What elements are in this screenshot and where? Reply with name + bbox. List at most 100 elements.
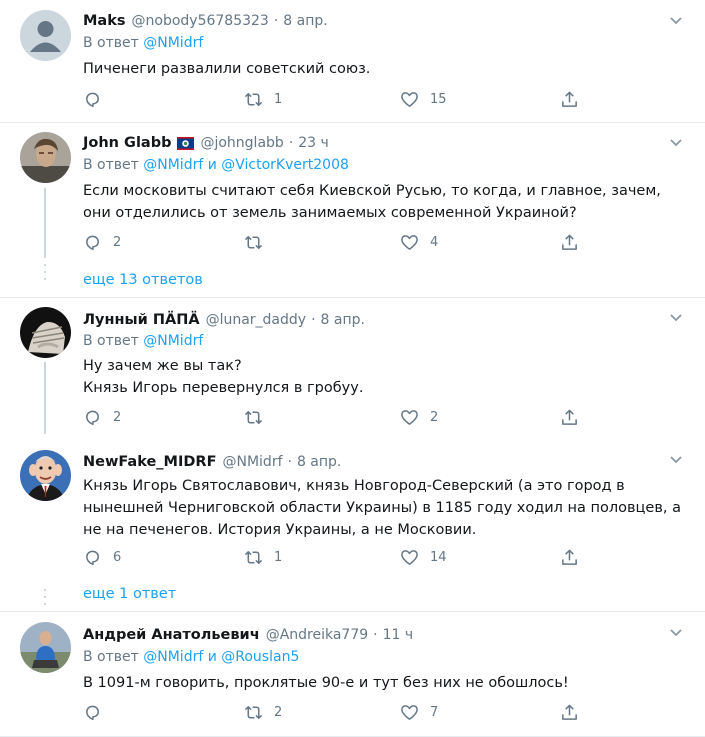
retweet-icon (244, 93, 263, 106)
mention-link[interactable]: @Rouslan5 (221, 649, 299, 665)
mention-link[interactable]: @NMidrf (143, 157, 203, 173)
reply-icon (86, 410, 99, 426)
reply-joiner: и (203, 649, 222, 665)
chevron-down-icon[interactable] (669, 628, 683, 638)
reply-icon (86, 550, 99, 566)
thread-dots (44, 264, 46, 285)
share-icon (562, 409, 577, 425)
replying-to: В ответ @NMidrf (83, 35, 203, 51)
tweet-header: Андрей Анатольевич @Andreika779 · 11 ч (83, 625, 413, 645)
chevron-down-icon[interactable] (669, 455, 683, 465)
tweet-actions: 1 15 (83, 90, 583, 110)
avatar[interactable] (20, 10, 71, 61)
retweet-button[interactable] (244, 408, 274, 427)
timestamp[interactable]: 11 ч (383, 627, 414, 643)
avatar[interactable] (20, 307, 71, 358)
tweet-text: Если московиты считают себя Киевской Рус… (83, 183, 661, 221)
share-icon (562, 704, 577, 720)
user-handle[interactable]: @Andreika779 (266, 627, 368, 643)
mention-link[interactable]: @NMidrf (143, 35, 203, 51)
share-button[interactable] (560, 90, 579, 109)
separator-dot: · (287, 454, 292, 470)
retweet-button[interactable]: 1 (244, 548, 282, 567)
show-more-replies-link[interactable]: еще 1 ответ (83, 586, 176, 602)
like-button[interactable]: 15 (400, 90, 447, 109)
avatar[interactable] (20, 622, 71, 673)
avatar[interactable] (20, 450, 71, 501)
reply-icon (86, 235, 99, 251)
like-button[interactable]: 14 (400, 548, 447, 567)
tweet[interactable]: John Glabb @johnglabb · 23 ч В ответ @NM… (0, 123, 705, 297)
reply-button[interactable]: 2 (83, 233, 121, 252)
display-name[interactable]: Андрей Анатольевич (83, 627, 260, 643)
tweet[interactable]: Лунный ПÄПÄ @lunar_daddy · 8 апр. В отве… (0, 298, 705, 434)
share-button[interactable] (560, 408, 579, 427)
user-handle[interactable]: @nobody56785323 (132, 13, 269, 29)
retweet-count: 2 (274, 705, 283, 720)
show-more-replies-link[interactable]: еще 13 ответов (83, 272, 203, 288)
tweet-actions: 2 7 (83, 703, 583, 723)
timestamp[interactable]: 23 ч (298, 135, 329, 151)
share-button[interactable] (560, 233, 579, 252)
heart-icon (401, 92, 418, 107)
user-handle[interactable]: @NMidrf (222, 454, 282, 470)
retweet-icon (244, 411, 263, 424)
mention-link[interactable]: @NMidrf (143, 649, 203, 665)
retweet-button[interactable] (244, 233, 274, 252)
retweet-icon (244, 706, 263, 719)
tweet[interactable]: Андрей Анатольевич @Andreika779 · 11 ч В… (0, 612, 705, 737)
reply-icon (86, 705, 99, 721)
display-name[interactable]: Maks (83, 13, 126, 29)
timestamp[interactable]: 8 апр. (321, 312, 365, 328)
separator-dot: · (288, 135, 294, 151)
like-button[interactable]: 2 (400, 408, 438, 427)
retweet-button[interactable]: 2 (244, 703, 282, 722)
replying-to: В ответ @NMidrf (83, 333, 203, 349)
chevron-down-icon[interactable] (669, 138, 683, 148)
timestamp[interactable]: 8 апр. (297, 454, 341, 470)
tweet-header: Лунный ПÄПÄ @lunar_daddy · 8 апр. (83, 310, 365, 330)
reply-button[interactable]: 6 (83, 548, 121, 567)
user-handle[interactable]: @johnglabb (200, 135, 283, 151)
display-name[interactable]: John Glabb (83, 135, 171, 151)
like-button[interactable]: 4 (400, 233, 438, 252)
reply-button[interactable] (83, 703, 113, 722)
share-button[interactable] (560, 703, 579, 722)
timestamp[interactable]: 8 апр. (283, 13, 327, 29)
belize-flag-icon (177, 136, 195, 150)
like-count: 15 (430, 92, 447, 107)
thread-line (44, 188, 46, 258)
reply-joiner: и (203, 157, 222, 173)
display-name[interactable]: NewFake_MIDRF (83, 454, 216, 470)
tweet[interactable]: NewFake_MIDRF @NMidrf · 8 апр. Князь Иго… (0, 440, 705, 610)
heart-icon (401, 235, 418, 250)
tweet-actions: 2 2 (83, 408, 583, 428)
retweet-count: 1 (274, 92, 283, 107)
share-button[interactable] (560, 548, 579, 567)
reply-button[interactable]: 2 (83, 408, 121, 427)
replying-to: В ответ @NMidrf и @VictorKvert2008 (83, 157, 349, 173)
tweet-text: В 1091-м говорить, проклятые 90-е и тут … (83, 675, 569, 691)
replying-to-label: В ответ (83, 157, 144, 173)
avatar[interactable] (20, 132, 71, 183)
tweet-header: John Glabb @johnglabb · 23 ч (83, 133, 329, 153)
chevron-down-icon[interactable] (669, 16, 683, 26)
tweet-actions: 2 4 (83, 233, 583, 253)
share-icon (562, 91, 577, 107)
tweet[interactable]: Maks @nobody56785323 · 8 апр. В ответ @N… (0, 0, 705, 122)
heart-icon (401, 705, 418, 720)
replying-to-label: В ответ (83, 333, 144, 349)
reply-button[interactable] (83, 90, 113, 109)
separator-dot: · (273, 13, 279, 29)
mention-link[interactable]: @VictorKvert2008 (221, 157, 349, 173)
retweet-button[interactable]: 1 (244, 90, 282, 109)
like-button[interactable]: 7 (400, 703, 438, 722)
like-count: 7 (430, 705, 439, 720)
tweet-header: NewFake_MIDRF @NMidrf · 8 апр. (83, 452, 341, 472)
replying-to-label: В ответ (83, 35, 144, 51)
mention-link[interactable]: @NMidrf (143, 333, 203, 349)
display-name[interactable]: Лунный ПÄПÄ (83, 312, 200, 328)
like-count: 4 (430, 235, 439, 250)
chevron-down-icon[interactable] (669, 313, 683, 323)
user-handle[interactable]: @lunar_daddy (206, 312, 307, 328)
